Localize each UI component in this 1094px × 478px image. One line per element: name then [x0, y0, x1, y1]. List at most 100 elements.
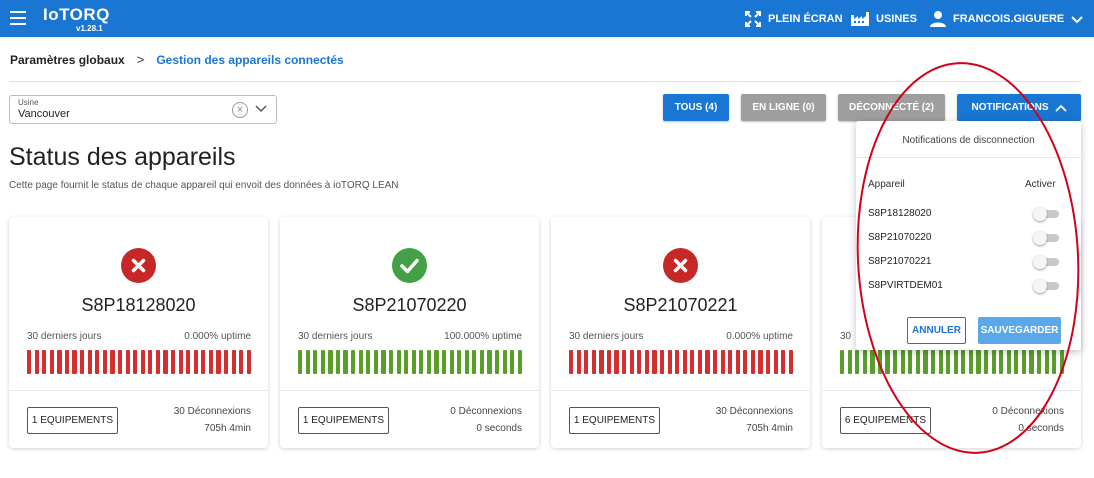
period-label: 30 derniers jours	[298, 331, 373, 342]
uptime-bar	[328, 350, 333, 374]
uptime-bar	[923, 350, 928, 374]
equipments-button[interactable]: 1 EQUIPEMENTS	[569, 407, 660, 434]
uptime-bar	[1037, 350, 1042, 374]
user-menu-button[interactable]: FRANCOIS.GIGUERE	[929, 9, 1084, 29]
user-name: FRANCOIS.GIGUERE	[953, 13, 1065, 25]
uptime-bar	[170, 350, 176, 374]
uptime-value: 0.000% uptime	[726, 331, 793, 342]
period-label: 30 derniers jours	[27, 331, 102, 342]
notification-toggle[interactable]	[1033, 255, 1060, 269]
uptime-bar	[178, 350, 183, 374]
uptime-bar	[599, 350, 604, 374]
uptime-bar	[637, 350, 642, 374]
save-button[interactable]: SAUVEGARDER	[978, 317, 1061, 344]
fullscreen-icon	[745, 11, 761, 27]
equipments-button[interactable]: 1 EQUIPEMENTS	[27, 407, 118, 434]
card-divider	[822, 390, 1081, 391]
uptime-bar	[163, 350, 168, 374]
uptime-bars	[569, 350, 793, 374]
disconnection-duration: 705h 4min	[204, 423, 251, 434]
uptime-bar	[373, 350, 378, 374]
uptime-bar	[961, 350, 966, 374]
uptime-bar	[57, 350, 62, 374]
page-title: Status des appareils	[9, 143, 236, 171]
close-icon	[131, 258, 146, 273]
equipments-button[interactable]: 1 EQUIPEMENTS	[298, 407, 389, 434]
uptime-bar	[320, 350, 325, 374]
menu-icon[interactable]	[10, 11, 26, 25]
uptime-bar	[239, 350, 244, 374]
uptime-bar	[186, 350, 191, 374]
notification-device-name: S8PVIRTDEM01	[868, 280, 943, 291]
uptime-bar	[999, 350, 1004, 374]
uptime-bar	[117, 350, 123, 374]
status-indicator	[663, 248, 698, 283]
equipments-button[interactable]: 6 EQUIPEMENTS	[840, 407, 931, 434]
uptime-bar	[110, 350, 115, 374]
uptime-bar	[690, 350, 695, 374]
disconnection-duration: 705h 4min	[746, 423, 793, 434]
filter-offline-button[interactable]: DÉCONNECTÉ (2)	[838, 94, 945, 121]
app-version: v1.28.1	[76, 24, 103, 33]
notification-toggle[interactable]	[1033, 207, 1060, 221]
device-name: S8P18128020	[81, 295, 196, 315]
cancel-button[interactable]: ANNULER	[907, 317, 966, 344]
uptime-bar	[847, 350, 852, 374]
uptime-bar	[34, 350, 39, 374]
uptime-bar	[201, 350, 206, 374]
uptime-bar	[758, 350, 763, 374]
uptime-bar	[366, 350, 371, 374]
notification-device-name: S8P18128020	[868, 208, 932, 219]
uptime-bar	[908, 350, 913, 374]
disconnection-count: 30 Déconnexions	[173, 406, 251, 417]
uptime-bars	[298, 350, 522, 374]
fullscreen-button[interactable]: PLEIN ÉCRAN	[744, 9, 843, 29]
filter-all-button[interactable]: TOUS (4)	[663, 94, 729, 121]
disconnection-duration: 0 seconds	[1018, 423, 1064, 434]
uptime-bar	[750, 350, 756, 374]
check-icon	[400, 258, 419, 274]
uptime-bar	[893, 350, 898, 374]
fullscreen-label: PLEIN ÉCRAN	[768, 13, 843, 25]
uptime-bar	[517, 350, 522, 374]
uptime-bar	[629, 350, 634, 374]
uptime-bar	[464, 350, 469, 374]
usine-select[interactable]: Usine Vancouver ×	[9, 95, 277, 124]
notification-toggle[interactable]	[1033, 231, 1060, 245]
card-divider	[280, 390, 539, 391]
uptime-bar	[313, 350, 318, 374]
uptime-bar	[781, 350, 786, 374]
card-divider	[9, 390, 268, 391]
page-description: Cette page fournit le status de chaque a…	[9, 180, 399, 191]
uptime-value: 0.000% uptime	[184, 331, 251, 342]
enable-column-header: Activer	[1025, 179, 1056, 190]
filter-all-label: TOUS (4)	[674, 102, 718, 113]
uptime-bar	[396, 350, 401, 374]
notifications-button[interactable]: NOTIFICATIONS	[957, 94, 1081, 121]
uptime-bar	[72, 350, 77, 374]
uptime-bar	[659, 350, 665, 374]
uptime-bar	[885, 350, 890, 374]
filter-online-button[interactable]: EN LIGNE (0)	[741, 94, 826, 121]
breadcrumb-root[interactable]: Paramètres globaux	[10, 53, 125, 67]
uptime-bar	[148, 350, 153, 374]
period-label: 30 derniers jours	[569, 331, 644, 342]
uptime-bar	[682, 350, 687, 374]
uptime-bar	[457, 350, 462, 374]
uptime-bar	[125, 350, 130, 374]
uptime-bar	[64, 350, 70, 374]
notifications-panel-title: Notifications de disconnection	[902, 135, 1035, 146]
uptime-bar	[667, 350, 672, 374]
dropdown-arrow-icon[interactable]	[254, 104, 268, 114]
notification-toggle[interactable]	[1033, 279, 1060, 293]
factories-button[interactable]: USINES	[850, 9, 917, 29]
uptime-bar	[877, 350, 883, 374]
usine-select-value: Vancouver	[18, 108, 70, 120]
uptime-bar	[675, 350, 680, 374]
uptime-bar	[208, 350, 214, 374]
uptime-bar	[335, 350, 341, 374]
uptime-bar	[938, 350, 943, 374]
clear-icon[interactable]: ×	[232, 102, 248, 118]
uptime-bar	[419, 350, 424, 374]
uptime-bar	[49, 350, 54, 374]
